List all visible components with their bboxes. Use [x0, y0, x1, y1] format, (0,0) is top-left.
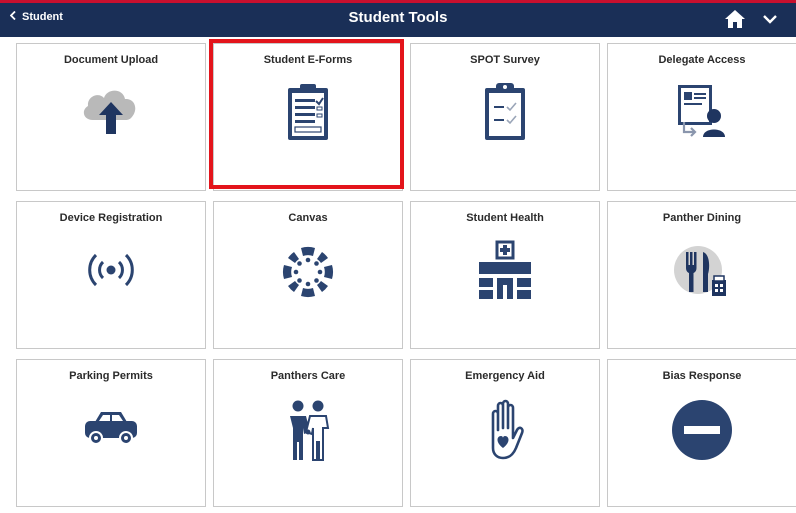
tile-label: Delegate Access [658, 54, 746, 66]
tile-label: Device Registration [59, 212, 163, 224]
tile-panther-dining[interactable]: Panther Dining [607, 201, 796, 349]
tile-student-health[interactable]: Student Health [410, 201, 600, 349]
fork-knife-icon [670, 240, 734, 307]
tile-device-registration[interactable]: Device Registration [16, 201, 206, 349]
top-bar: Student Student Tools [0, 0, 796, 37]
tile-spot-survey[interactable]: SPOT Survey [410, 43, 600, 191]
accent-strip [0, 0, 796, 3]
car-icon [79, 398, 143, 463]
tile-label: Student E-Forms [263, 54, 353, 66]
delegate-user-icon [670, 82, 734, 149]
tile-delegate-access[interactable]: Delegate Access [607, 43, 796, 191]
page-title: Student Tools [348, 9, 448, 26]
tile-label: Student Health [466, 212, 544, 224]
tile-label: Document Upload [63, 54, 159, 66]
tile-parking-permits[interactable]: Parking Permits [16, 359, 206, 507]
tile-grid: Document Upload Student E-Forms SPOT Sur… [16, 43, 796, 513]
tile-label: Bias Response [662, 370, 742, 382]
tile-label: Panther Dining [662, 212, 742, 224]
tile-document-upload[interactable]: Document Upload [16, 43, 206, 191]
tile-label: Emergency Aid [465, 370, 545, 382]
chevron-down-icon[interactable] [762, 12, 778, 26]
tile-label: Parking Permits [69, 370, 153, 382]
tile-student-e-forms[interactable]: Student E-Forms [213, 43, 403, 191]
tile-label: SPOT Survey [470, 54, 540, 66]
canvas-logo-icon [276, 240, 340, 309]
people-holding-hands-icon [276, 398, 340, 467]
hand-heart-icon [475, 398, 535, 467]
clipboard-check-icon [477, 82, 533, 149]
minus-circle-icon [670, 398, 734, 467]
tile-canvas[interactable]: Canvas [213, 201, 403, 349]
wireless-signal-icon [79, 240, 143, 305]
home-icon[interactable] [724, 9, 746, 29]
hospital-icon [473, 240, 537, 309]
tile-label: Canvas [288, 212, 328, 224]
clipboard-form-icon [280, 82, 336, 149]
tile-label: Panthers Care [270, 370, 346, 382]
cloud-upload-icon [79, 82, 143, 147]
tile-bias-response[interactable]: Bias Response [607, 359, 796, 507]
tile-panthers-care[interactable]: Panthers Care [213, 359, 403, 507]
tile-emergency-aid[interactable]: Emergency Aid [410, 359, 600, 507]
